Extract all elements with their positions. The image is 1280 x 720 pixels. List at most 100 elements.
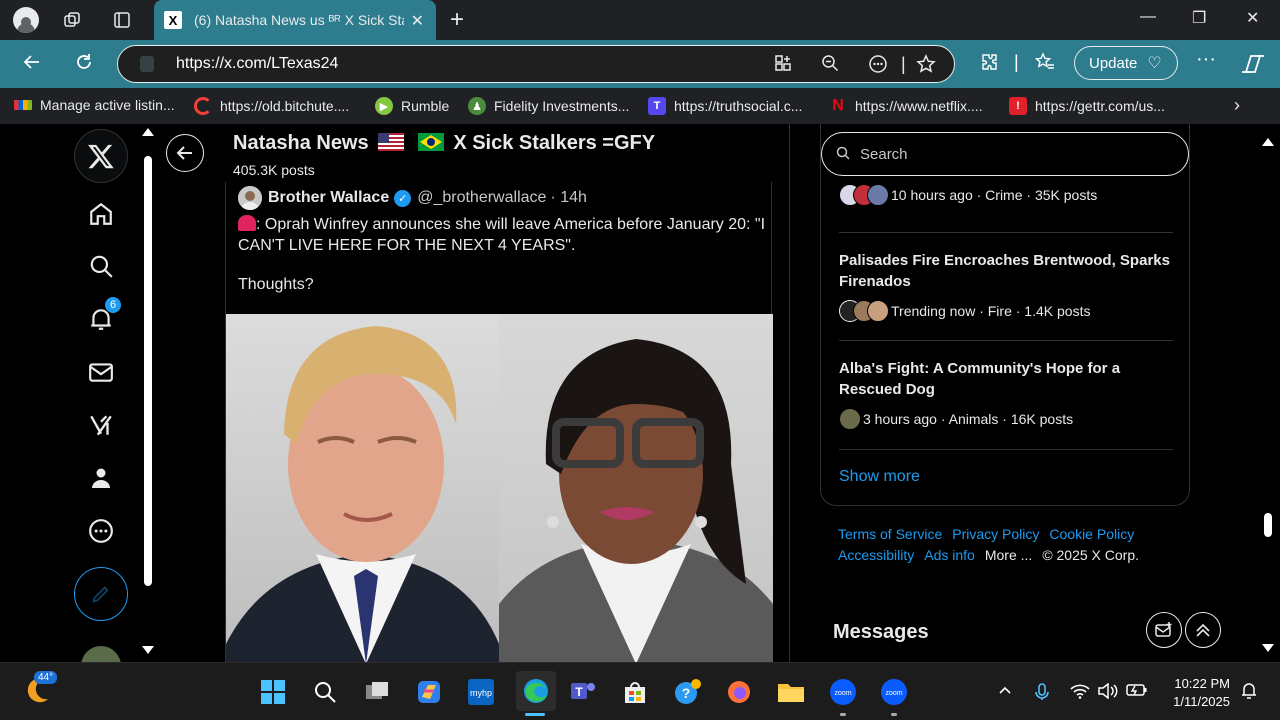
- x-page: 6 Natasha News X Sick Stalkers =GFY 405.…: [0, 124, 1280, 662]
- edge-browser-icon[interactable]: [516, 671, 556, 711]
- trend-avatars: [839, 300, 889, 322]
- clock-time: 10:22 PM: [1174, 676, 1230, 691]
- trend-meta-row: Trending now · Fire · 1.4K posts: [839, 300, 1173, 322]
- more-options-icon[interactable]: [74, 504, 128, 558]
- bookmark-item[interactable]: ▶ Rumble: [375, 97, 449, 115]
- get-help-icon[interactable]: ?: [672, 677, 702, 707]
- trend-item[interactable]: 10 hours ago · Crime · 35K posts: [839, 184, 1173, 206]
- clock[interactable]: 10:22 PM 1/11/2025: [1164, 675, 1230, 711]
- author-avatar[interactable]: [238, 186, 262, 210]
- bookmark-item[interactable]: Manage active listin...: [14, 97, 175, 113]
- wifi-icon[interactable]: [1070, 683, 1090, 703]
- notification-center-icon[interactable]: [1240, 681, 1258, 705]
- lock-icon[interactable]: [140, 56, 154, 72]
- notifications-bell-icon[interactable]: 6: [74, 292, 128, 346]
- author-handle[interactable]: @_brotherwallace: [417, 189, 546, 207]
- bookmark-item[interactable]: ! https://gettr.com/us...: [1009, 97, 1165, 115]
- more-link[interactable]: More ...: [985, 547, 1032, 563]
- update-button[interactable]: Update ♡: [1074, 46, 1178, 80]
- trend-item[interactable]: Palisades Fire Encroaches Brentwood, Spa…: [839, 250, 1173, 322]
- battery-icon[interactable]: [1126, 683, 1148, 701]
- expand-messages-icon[interactable]: [1185, 612, 1221, 648]
- author-name[interactable]: Brother Wallace: [268, 189, 389, 207]
- chevron-right-icon[interactable]: ›: [1234, 95, 1240, 116]
- settings-more-icon[interactable]: ···: [1196, 48, 1216, 71]
- start-windows-icon[interactable]: [258, 677, 288, 707]
- back-button[interactable]: [166, 134, 204, 172]
- bookmark-item[interactable]: N https://www.netflix....: [829, 97, 982, 115]
- refresh-icon[interactable]: [74, 52, 94, 78]
- tab-actions-icon[interactable]: [108, 6, 136, 34]
- favorite-star-icon[interactable]: [916, 54, 936, 79]
- new-tab-icon[interactable]: +: [450, 6, 464, 34]
- weather-widget[interactable]: 44°: [22, 671, 58, 710]
- workspaces-icon[interactable]: [58, 6, 86, 34]
- grok-icon[interactable]: [74, 398, 128, 452]
- address-toolbar: https://x.com/LTexas24 | | Update ♡ ···: [0, 40, 1280, 88]
- myhp-icon[interactable]: myhp: [466, 677, 496, 707]
- show-more-link[interactable]: Show more: [839, 468, 920, 486]
- url-bar[interactable]: https://x.com/LTexas24 |: [117, 45, 955, 83]
- scrollbar-thumb[interactable]: [144, 156, 152, 586]
- close-window-icon[interactable]: ✕: [1246, 8, 1259, 28]
- teams-icon[interactable]: T: [568, 677, 598, 707]
- messages-title[interactable]: Messages: [833, 621, 929, 644]
- copilot-icon[interactable]: [1240, 52, 1266, 81]
- url-text[interactable]: https://x.com/LTexas24: [176, 55, 338, 73]
- terms-link[interactable]: Terms of Service: [838, 526, 942, 542]
- back-arrow-icon[interactable]: [22, 52, 42, 78]
- bookmark-item[interactable]: https://old.bitchute....: [194, 97, 349, 115]
- zoom-icon[interactable]: zoom: [879, 677, 909, 707]
- ads-info-link[interactable]: Ads info: [924, 547, 975, 563]
- favorites-icon[interactable]: [1034, 52, 1055, 77]
- close-tab-icon[interactable]: ✕: [411, 11, 424, 31]
- active-tab[interactable]: X (6) Natasha News us ᴮᴿ X Sick Stalkers…: [154, 0, 436, 40]
- minimize-icon[interactable]: —: [1140, 8, 1156, 26]
- right-scrollbar[interactable]: [1260, 128, 1276, 658]
- svg-text:zoom: zoom: [885, 690, 902, 697]
- account-avatar[interactable]: [81, 646, 121, 662]
- new-message-button[interactable]: [1146, 612, 1182, 648]
- divider: |: [1014, 52, 1019, 72]
- volume-icon[interactable]: [1098, 682, 1118, 703]
- scrollbar-thumb[interactable]: [1264, 513, 1272, 537]
- microphone-icon[interactable]: [1035, 683, 1049, 705]
- extensions-icon[interactable]: [979, 52, 999, 77]
- file-explorer-icon[interactable]: [776, 677, 806, 707]
- privacy-link[interactable]: Privacy Policy: [952, 526, 1039, 542]
- profile-name-part1: Natasha News: [233, 132, 369, 154]
- zoom-icon[interactable]: zoom: [828, 677, 858, 707]
- post-image[interactable]: [226, 314, 773, 662]
- accessibility-link[interactable]: Accessibility: [838, 547, 914, 563]
- microsoft-store-icon[interactable]: [620, 677, 650, 707]
- zoom-out-icon[interactable]: [821, 54, 839, 77]
- copilot-taskbar-icon[interactable]: [414, 677, 444, 707]
- fidelity-icon: ♟: [468, 97, 486, 115]
- scroll-down-arrow-icon[interactable]: [1262, 644, 1274, 652]
- task-view-icon[interactable]: [362, 677, 392, 707]
- messages-mail-icon[interactable]: [74, 345, 128, 399]
- chevron-up-icon[interactable]: [998, 683, 1012, 701]
- x-logo-icon[interactable]: [74, 129, 128, 183]
- more-tools-icon[interactable]: [868, 54, 888, 79]
- compose-post-button[interactable]: [74, 567, 128, 621]
- bookmark-item[interactable]: T https://truthsocial.c...: [648, 97, 802, 115]
- bookmark-label: https://truthsocial.c...: [674, 98, 803, 114]
- explore-search-icon[interactable]: [74, 239, 128, 293]
- cookie-link[interactable]: Cookie Policy: [1049, 526, 1134, 542]
- profile-icon[interactable]: [74, 451, 128, 505]
- bookmark-item[interactable]: ♟ Fidelity Investments...: [468, 97, 629, 115]
- scroll-up-arrow-icon[interactable]: [142, 128, 154, 136]
- scroll-down-arrow-icon[interactable]: [142, 646, 154, 654]
- scroll-up-arrow-icon[interactable]: [1262, 138, 1274, 146]
- profile-avatar-icon[interactable]: [12, 6, 40, 34]
- trend-item[interactable]: Alba's Fight: A Community's Hope for a R…: [839, 358, 1173, 430]
- quoted-post[interactable]: Brother Wallace ✓ @_brotherwallace · 14h…: [225, 182, 773, 662]
- app-available-icon[interactable]: [774, 54, 792, 77]
- taskbar-search-icon[interactable]: [310, 677, 340, 707]
- search-input[interactable]: Search: [821, 132, 1189, 176]
- home-icon[interactable]: [74, 187, 128, 241]
- restore-icon[interactable]: ❐: [1192, 8, 1206, 28]
- left-scrollbar[interactable]: [140, 128, 156, 658]
- firefox-icon[interactable]: [724, 677, 754, 707]
